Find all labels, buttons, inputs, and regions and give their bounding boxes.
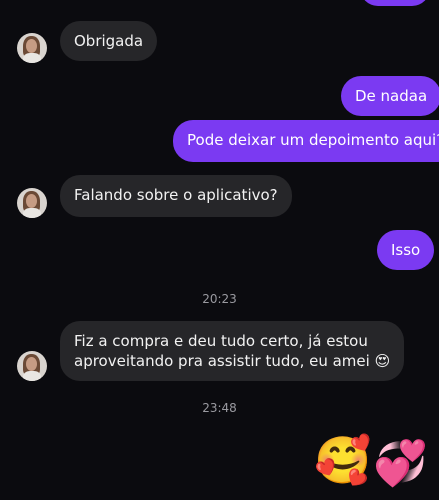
incoming-message[interactable]: Obrigada — [60, 21, 158, 61]
contact-avatar[interactable] — [17, 33, 47, 63]
contact-avatar[interactable] — [17, 188, 47, 218]
smiling-hearts-emoji: 🥰 — [314, 433, 372, 487]
timestamp: 20:23 — [202, 292, 237, 306]
outgoing-bubble-partial — [360, 0, 430, 6]
incoming-message[interactable]: Falando sobre o aplicativo? — [60, 175, 292, 217]
timestamp: 23:48 — [202, 401, 237, 415]
outgoing-message[interactable]: De nadaa — [341, 76, 439, 116]
message-line: Fiz a compra e deu tudo certo, já estou — [74, 332, 368, 350]
message-line: aproveitando pra assistir tudo, eu amei … — [74, 352, 391, 370]
contact-avatar[interactable] — [17, 351, 47, 381]
outgoing-message[interactable]: Pode deixar um depoimento aqui? — [173, 120, 439, 162]
revolving-hearts-emoji: 💞 — [373, 438, 428, 489]
outgoing-message[interactable]: Isso — [377, 230, 435, 270]
incoming-message[interactable]: Fiz a compra e deu tudo certo, já estou … — [60, 321, 405, 381]
